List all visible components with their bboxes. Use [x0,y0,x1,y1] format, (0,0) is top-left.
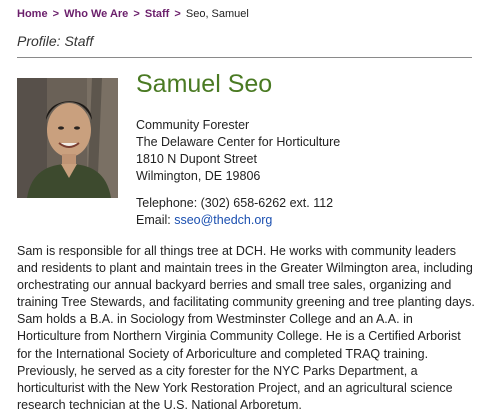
breadcrumb-staff-link[interactable]: Staff [145,8,169,20]
staff-email-row: Email: sseo@thedch.org [136,212,333,229]
staff-photo-image [17,78,118,198]
staff-name: Samuel Seo [136,70,273,98]
divider [17,57,472,58]
breadcrumb-who-we-are-link[interactable]: Who We Are [64,8,128,20]
staff-job-title: Community Forester [136,118,250,132]
staff-bio: Sam is responsible for all things tree a… [17,244,475,412]
breadcrumb-home-link[interactable]: Home [17,8,48,20]
breadcrumb-separator: > [133,8,140,20]
staff-organization: The Delaware Center for Horticulture [136,135,341,149]
breadcrumb: Home > Who We Are > Staff > Seo, Samuel [17,8,249,20]
staff-city-state-zip: Wilmington, DE 19806 [136,169,261,183]
staff-email-link[interactable]: sseo@thedch.org [174,213,272,227]
section-title: Profile: Staff [17,33,94,49]
staff-email-label: Email: [136,213,171,227]
breadcrumb-current: Seo, Samuel [185,8,249,20]
staff-telephone: Telephone: (302) 658-6262 ext. 112 [136,196,334,210]
staff-contact: Telephone: (302) 658-6262 ext. 112 Email… [136,195,333,229]
breadcrumb-separator: > [52,8,60,20]
staff-details: Community Forester The Delaware Center f… [136,117,340,185]
staff-photo [17,78,118,198]
staff-street-address: 1810 N Dupont Street [136,152,257,166]
breadcrumb-separator: > [174,8,181,20]
